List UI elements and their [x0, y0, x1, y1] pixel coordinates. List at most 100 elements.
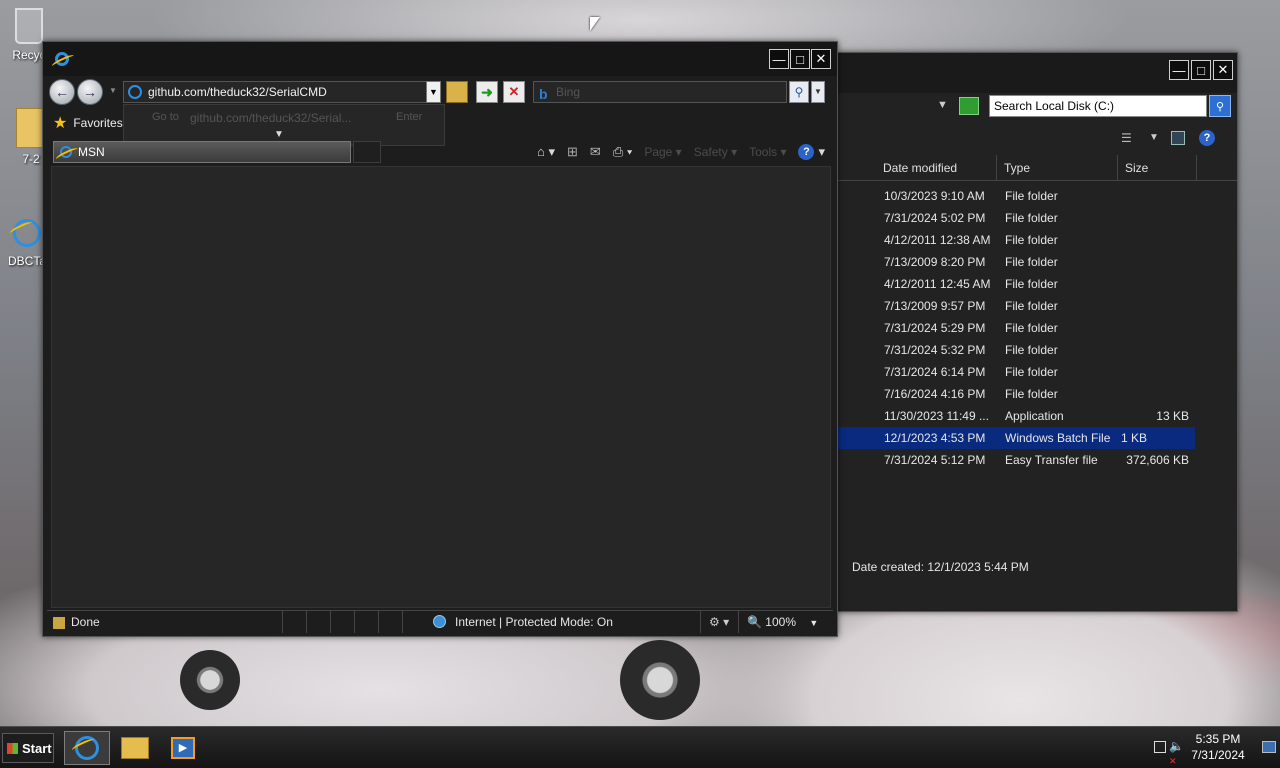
column-header-row: Date modified Type Size: [837, 155, 1237, 181]
help-icon: ?: [798, 144, 815, 160]
file-row[interactable]: 7/16/2024 4:16 PM File folder: [837, 383, 1237, 405]
taskbar-ie-button[interactable]: [64, 731, 110, 765]
address-bar[interactable]: github.com/theduck32/SerialCMD: [123, 81, 441, 103]
forward-button[interactable]: →: [77, 79, 103, 105]
view-options-icon[interactable]: ☰: [1121, 131, 1132, 145]
lock-icon[interactable]: [446, 81, 468, 103]
tab-msn[interactable]: MSN: [53, 141, 351, 163]
file-row[interactable]: 4/12/2011 12:38 AM File folder: [837, 229, 1237, 251]
recycle-bin-icon: [15, 8, 43, 44]
media-player-icon: ▶: [171, 737, 195, 759]
home-icon[interactable]: ⌂ ▾: [537, 144, 555, 160]
file-date: 7/16/2024 4:16 PM: [884, 387, 986, 401]
file-type: File folder: [1005, 255, 1058, 269]
ie-icon: [60, 146, 72, 158]
show-desktop-button[interactable]: [1262, 741, 1276, 753]
minimize-button[interactable]: —: [769, 49, 789, 69]
search-placeholder: Bing: [556, 85, 581, 99]
file-date: 7/31/2024 5:32 PM: [884, 343, 986, 357]
favorites-button[interactable]: ★ Favorites: [53, 113, 123, 133]
settings-icon: ⚙ ▾: [709, 615, 730, 629]
file-row[interactable]: 12/1/2023 4:53 PM Windows Batch File 1 KB: [837, 427, 1195, 449]
autocomplete-enter-hint: Enter: [396, 111, 423, 123]
rss-feed-icon[interactable]: ⊞: [567, 144, 578, 160]
file-row[interactable]: 7/31/2024 5:29 PM File folder: [837, 317, 1237, 339]
print-icon[interactable]: ⎙ ▾: [613, 144, 632, 160]
chevron-down-icon[interactable]: ▼: [1149, 132, 1159, 143]
network-icon[interactable]: [1154, 741, 1166, 753]
file-type: File folder: [1005, 343, 1058, 357]
ie-icon: [55, 52, 69, 66]
security-zone[interactable]: Internet | Protected Mode: On: [403, 611, 701, 633]
column-header-type[interactable]: Type: [998, 155, 1118, 181]
chevron-down-icon[interactable]: ▼: [274, 129, 284, 140]
details-date-created: Date created: 12/1/2023 5:44 PM: [852, 560, 1029, 574]
close-button[interactable]: ✕: [811, 49, 831, 69]
file-row[interactable]: 4/12/2011 12:45 AM File folder: [837, 273, 1237, 295]
zoom-icon: 🔍: [747, 615, 762, 629]
status-segment: [331, 611, 355, 633]
mail-icon[interactable]: ✉: [590, 144, 601, 160]
file-row[interactable]: 7/31/2024 5:12 PM Easy Transfer file 372,6…: [837, 449, 1237, 471]
chevron-down-icon[interactable]: ▼: [937, 99, 948, 111]
search-input[interactable]: Search Local Disk (C:): [989, 95, 1207, 117]
ie-titlebar[interactable]: — □ ✕: [43, 42, 837, 76]
status-bar: Done Internet | Protected Mode: On ⚙ ▾ 🔍…: [47, 610, 833, 633]
file-type: File folder: [1005, 189, 1058, 203]
favorites-label: Favorites: [73, 116, 123, 130]
file-size: 372,606 KB: [1126, 453, 1189, 467]
page-menu[interactable]: Page ▾: [644, 145, 681, 159]
file-type: File folder: [1005, 277, 1058, 291]
preview-pane-icon[interactable]: [1171, 131, 1185, 145]
ie-icon: [75, 736, 99, 760]
protected-mode-button[interactable]: ⚙ ▾: [703, 611, 739, 633]
minimize-button[interactable]: —: [1169, 60, 1189, 80]
new-tab-button[interactable]: [353, 141, 381, 163]
file-row[interactable]: 11/30/2023 11:49 ... Application 13 KB: [837, 405, 1237, 427]
search-options-button[interactable]: ▼: [811, 81, 825, 103]
safety-menu[interactable]: Safety ▾: [694, 145, 737, 159]
go-button[interactable]: ➜: [476, 81, 498, 103]
help-icon[interactable]: ?: [1199, 130, 1215, 146]
page-content-area[interactable]: [51, 166, 831, 608]
file-row[interactable]: 7/13/2009 8:20 PM File folder: [837, 251, 1237, 273]
search-input[interactable]: b Bing: [533, 81, 787, 103]
chevron-down-icon[interactable]: ▼: [109, 86, 117, 95]
search-icon: ⚲: [1215, 100, 1225, 113]
file-date: 7/31/2024 5:29 PM: [884, 321, 986, 335]
stop-button[interactable]: ✕: [503, 81, 525, 103]
autocomplete-url[interactable]: github.com/theduck32/Serial...: [190, 111, 351, 125]
wheel-graphic: [180, 650, 240, 710]
search-button[interactable]: ⚲: [789, 81, 809, 103]
address-dropdown-button[interactable]: ▼: [426, 81, 441, 103]
explorer-titlebar[interactable]: — □ ✕: [837, 53, 1237, 93]
taskbar-media-player-button[interactable]: ▶: [160, 731, 206, 765]
maximize-button[interactable]: □: [790, 49, 810, 69]
tools-menu[interactable]: Tools ▾: [749, 145, 786, 159]
column-header-size[interactable]: Size: [1119, 155, 1197, 181]
column-header-date[interactable]: Date modified: [877, 155, 997, 181]
taskbar-explorer-button[interactable]: [112, 731, 158, 765]
start-button[interactable]: Start: [2, 733, 54, 763]
file-row[interactable]: 10/3/2023 9:10 AM File folder: [837, 185, 1237, 207]
maximize-button[interactable]: □: [1191, 60, 1211, 80]
clock[interactable]: 5:35 PM 7/31/2024: [1186, 731, 1250, 763]
file-date: 4/12/2011 12:38 AM: [884, 233, 991, 247]
wheel-graphic: [620, 640, 700, 720]
back-button[interactable]: ←: [49, 79, 75, 105]
close-button[interactable]: ✕: [1213, 60, 1233, 80]
arrow-right-icon: →: [83, 84, 97, 100]
taskbar: Start ▶ 🔈✕ 5:35 PM 7/31/2024: [0, 726, 1280, 768]
file-row[interactable]: 7/31/2024 6:14 PM File folder: [837, 361, 1237, 383]
file-date: 11/30/2023 11:49 ...: [884, 409, 989, 423]
file-row[interactable]: 7/31/2024 5:02 PM File folder: [837, 207, 1237, 229]
help-menu[interactable]: ? ▾: [798, 144, 825, 160]
volume-muted-icon[interactable]: 🔈✕: [1169, 739, 1184, 767]
address-text[interactable]: github.com/theduck32/SerialCMD: [148, 85, 327, 99]
tab-title: MSN: [78, 145, 105, 159]
refresh-button[interactable]: [959, 97, 979, 115]
zoom-control[interactable]: 🔍 100% ▼: [741, 611, 819, 633]
file-row[interactable]: 7/31/2024 5:32 PM File folder: [837, 339, 1237, 361]
search-button[interactable]: ⚲: [1209, 95, 1231, 117]
file-row[interactable]: 7/13/2009 9:57 PM File folder: [837, 295, 1237, 317]
